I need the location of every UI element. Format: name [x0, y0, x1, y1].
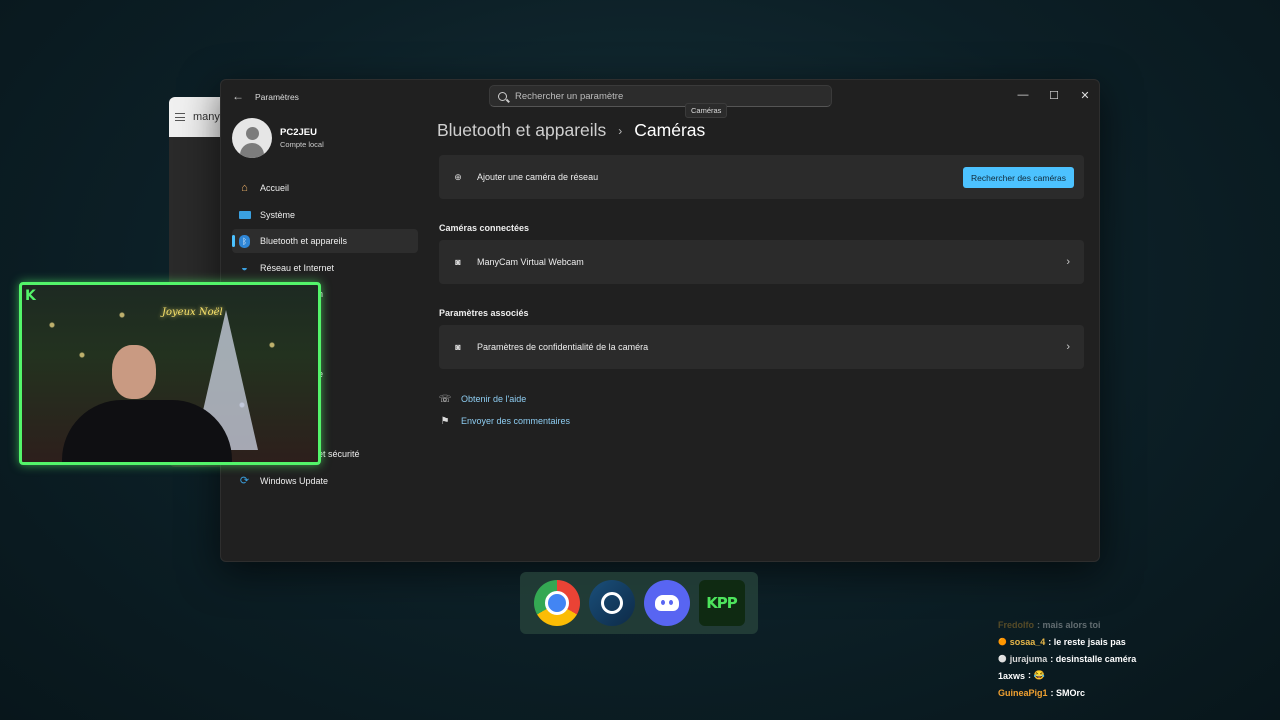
- related-settings-heading: Paramètres associés: [439, 308, 529, 318]
- sidebar-item-label: Système: [260, 209, 296, 220]
- camera-icon: ◙: [455, 342, 461, 352]
- sidebar-item-label: et sécurité: [318, 448, 360, 459]
- neon-sign: Joyeux Noël: [162, 307, 223, 318]
- background-window-title: many: [193, 111, 220, 123]
- sidebar-item-accueil[interactable]: ⌂ Accueil: [232, 176, 418, 200]
- discord-icon[interactable]: [643, 580, 690, 626]
- chevron-right-icon: ›: [618, 123, 623, 138]
- chat-username: Fredolfo: [998, 619, 1034, 630]
- sidebar-item-systeme[interactable]: Système: [232, 203, 418, 227]
- user-profile[interactable]: PC2JEU Compte local: [232, 118, 324, 158]
- minimize-button[interactable]: —: [1008, 84, 1038, 106]
- chat-message: GuineaPig1 : SMOrc: [998, 684, 1268, 701]
- steam-icon[interactable]: [588, 580, 635, 626]
- camera-privacy-settings-row[interactable]: ◙ Paramètres de confidentialité de la ca…: [439, 325, 1084, 369]
- sidebar-item-label: Réseau et Internet: [260, 262, 335, 273]
- breadcrumb: Bluetooth et appareils › Caméras: [437, 120, 705, 141]
- chat-username: jurajuma: [1009, 653, 1048, 664]
- camera-icon: ◙: [455, 257, 461, 267]
- chat-message: 1axws : 😂: [998, 667, 1268, 684]
- camera-privacy-label: Paramètres de confidentialité de la camé…: [477, 342, 649, 352]
- kpp-icon[interactable]: KPP: [698, 580, 745, 626]
- back-arrow-icon[interactable]: ←: [231, 89, 245, 103]
- chat-text: : le reste jsais pas: [1048, 636, 1126, 647]
- chevron-right-icon: ›: [1066, 341, 1070, 353]
- search-input[interactable]: [515, 90, 815, 102]
- search-cameras-button[interactable]: Rechercher des caméras: [963, 167, 1074, 188]
- monitor-icon: [238, 208, 251, 221]
- home-icon: ⌂: [241, 182, 248, 194]
- chat-text: : desinstalle caméra: [1050, 653, 1137, 664]
- connected-cameras-heading: Caméras connectées: [439, 223, 530, 233]
- maximize-button[interactable]: ☐: [1039, 84, 1069, 106]
- search-icon: [498, 91, 507, 101]
- breadcrumb-parent[interactable]: Bluetooth et appareils: [437, 120, 606, 141]
- send-feedback-link[interactable]: ⚑ Envoyer des commentaires: [439, 415, 571, 427]
- sidebar-item-windows-update[interactable]: ⟳ Windows Update: [232, 469, 418, 493]
- profile-name: PC2JEU: [280, 127, 317, 138]
- camera-device-name: ManyCam Virtual Webcam: [477, 257, 584, 267]
- close-button[interactable]: ✕: [1070, 84, 1099, 106]
- menu-icon[interactable]: [175, 113, 185, 121]
- get-help-link[interactable]: ☏ Obtenir de l'aide: [438, 393, 527, 405]
- chrome-icon[interactable]: [533, 580, 580, 626]
- chat-badge-icon: ⚪: [998, 655, 1007, 663]
- kick-logo-icon: K: [25, 288, 36, 304]
- settings-window: ← Paramètres — ☐ ✕ Caméras PC2JEU Compte…: [220, 79, 1100, 562]
- search-box[interactable]: [489, 85, 832, 107]
- chat-username: 1axws: [998, 670, 1026, 681]
- get-help-label: Obtenir de l'aide: [461, 394, 527, 404]
- streamer-body: [62, 400, 232, 462]
- bluetooth-icon: ᛒ: [238, 234, 251, 248]
- camera-device-row[interactable]: ◙ ManyCam Virtual Webcam ›: [439, 240, 1084, 284]
- sidebar-item-bluetooth[interactable]: ᛒ Bluetooth et appareils: [232, 229, 418, 254]
- streamer-head: [112, 345, 156, 399]
- stream-chat: Fredolfo : mais alors toi 🟠 sosaa_4 : le…: [998, 616, 1268, 701]
- sidebar-item-label: Accueil: [260, 183, 290, 193]
- app-dock: KPP: [520, 572, 758, 634]
- feedback-icon: ⚑: [440, 415, 450, 427]
- chat-text: : SMOrc: [1050, 687, 1086, 698]
- streamer-webcam-overlay: Joyeux Noël K: [19, 282, 321, 465]
- chat-message: ⚪ jurajuma : desinstalle caméra: [998, 650, 1268, 667]
- discord-face: [654, 595, 679, 611]
- send-feedback-label: Envoyer des commentaires: [461, 416, 571, 426]
- avatar: [232, 118, 272, 158]
- app-title: Paramètres: [255, 92, 299, 102]
- title-bar[interactable]: ← Paramètres — ☐ ✕: [221, 80, 1099, 114]
- streamer: [62, 345, 232, 462]
- sidebar-item-reseau[interactable]: ◒ Réseau et Internet: [232, 256, 418, 280]
- chat-message: Fredolfo : mais alors toi: [998, 616, 1268, 633]
- chat-username: sosaa_4: [1009, 636, 1046, 647]
- sidebar-item-label: Windows Update: [260, 475, 329, 486]
- chat-badge-icon: 🟠: [998, 638, 1007, 646]
- wifi-icon: ◒: [241, 261, 248, 274]
- chat-message: 🟠 sosaa_4 : le reste jsais pas: [998, 633, 1268, 650]
- update-icon: ⟳: [239, 475, 250, 488]
- help-icon: ☏: [438, 393, 452, 405]
- profile-account-type: Compte local: [280, 140, 324, 149]
- page-title: Caméras: [634, 120, 706, 140]
- chevron-right-icon: ›: [1066, 256, 1070, 268]
- chat-username: GuineaPig1: [998, 687, 1048, 698]
- add-network-camera-label: Ajouter une caméra de réseau: [477, 172, 599, 182]
- add-network-camera-card: ⊕ Ajouter une caméra de réseau Recherche…: [439, 155, 1084, 199]
- chat-text: : 😂: [1028, 670, 1045, 680]
- chat-text: : mais alors toi: [1037, 619, 1101, 630]
- sidebar-item-label: Bluetooth et appareils: [260, 236, 348, 247]
- add-circle-icon: ⊕: [454, 171, 462, 182]
- tooltip: Caméras: [685, 103, 728, 118]
